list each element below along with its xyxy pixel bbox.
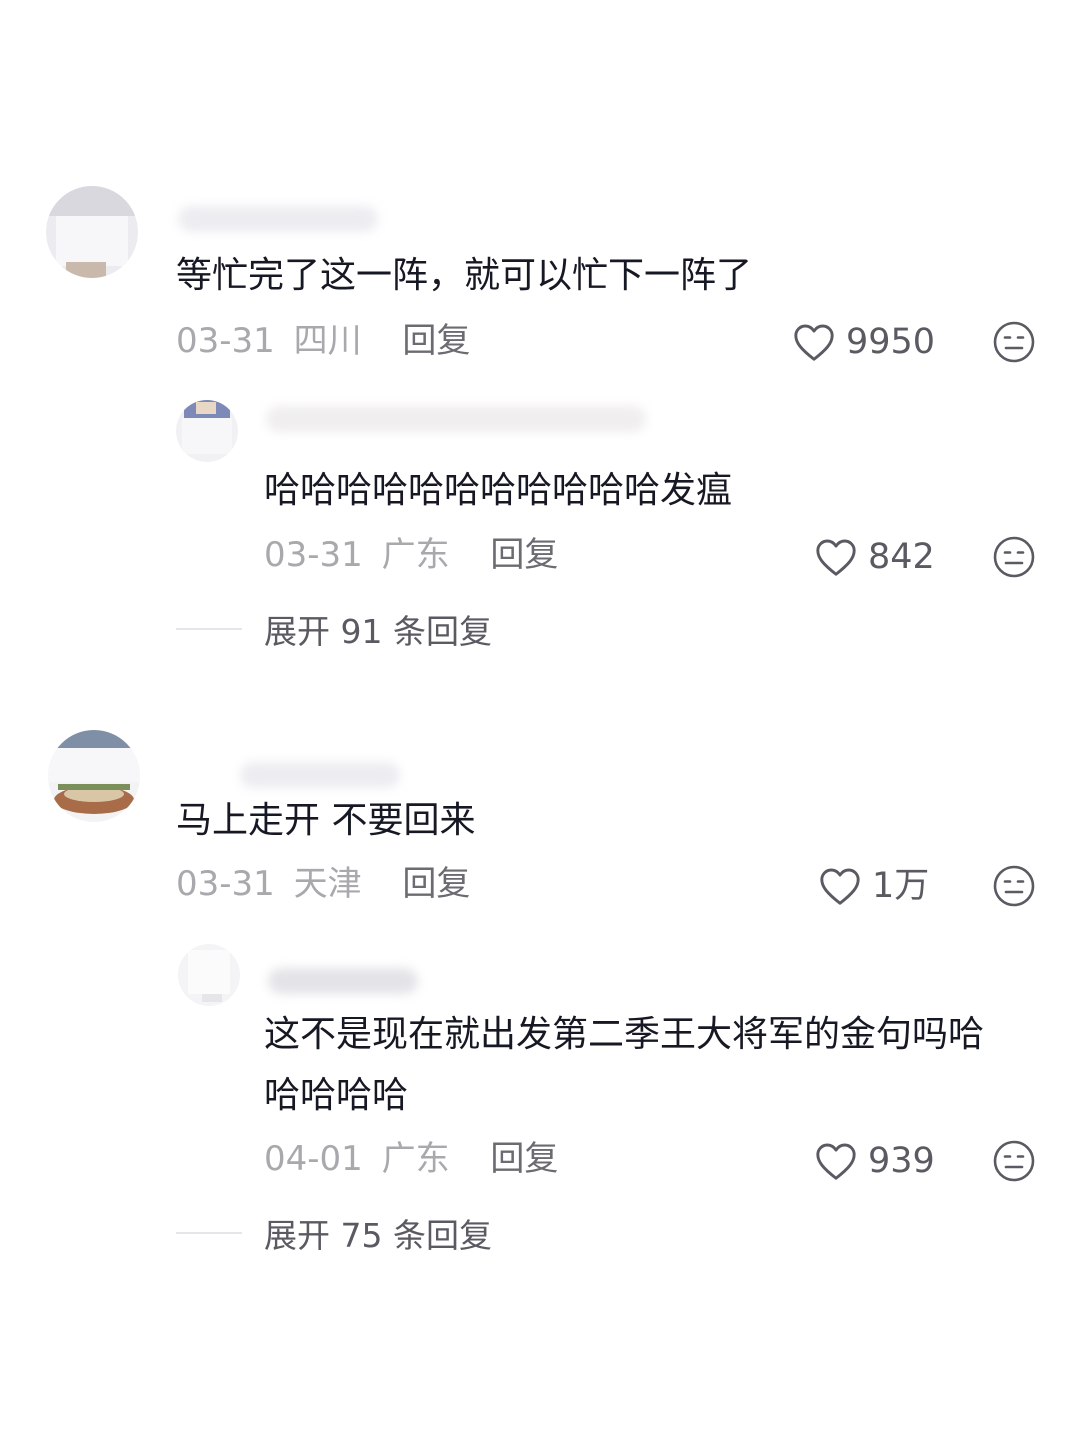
reply-meta: 03-31 广东 回复 xyxy=(264,535,558,575)
comment-meta: 03-31 四川 回复 xyxy=(176,321,470,361)
comment-text: 马上走开 不要回来 xyxy=(176,800,476,841)
reply-location: 广东 xyxy=(381,1139,450,1179)
expand-replies-button[interactable]: 展开 91 条回复 xyxy=(176,609,492,651)
like-count: 842 xyxy=(868,537,935,577)
username-blurred[interactable] xyxy=(178,206,378,232)
comment-location: 天津 xyxy=(293,864,362,904)
comment-date: 03-31 xyxy=(176,864,275,904)
reply-date: 04-01 xyxy=(264,1139,363,1179)
reply-text: 哈哈哈哈 xyxy=(264,1075,409,1116)
reply-date: 03-31 xyxy=(264,535,363,575)
expand-replies-label: 展开 91 条回复 xyxy=(264,612,492,651)
comment-date: 03-31 xyxy=(176,321,275,361)
meh-face-icon[interactable] xyxy=(992,535,1036,579)
reply-text: 哈哈哈哈哈哈哈哈哈哈哈发瘟 xyxy=(264,470,733,511)
meh-face-icon[interactable] xyxy=(992,320,1036,364)
username-blurred[interactable] xyxy=(266,406,646,432)
reply-meta: 04-01 广东 回复 xyxy=(264,1139,558,1179)
username-blurred[interactable] xyxy=(268,968,418,994)
avatar[interactable] xyxy=(178,944,240,1006)
like-count: 939 xyxy=(868,1141,935,1181)
reply-button[interactable]: 回复 xyxy=(490,1139,558,1179)
heart-outline-icon xyxy=(816,1143,856,1180)
like-count: 9950 xyxy=(846,322,936,362)
reply-text: 这不是现在就出发第二季王大将军的金句吗哈 xyxy=(264,1014,985,1055)
heart-outline-icon xyxy=(816,539,856,576)
comment-text: 等忙完了这一阵，就可以忙下一阵了 xyxy=(176,255,753,296)
comment-location: 四川 xyxy=(293,321,362,361)
like-button[interactable]: 939 xyxy=(814,1139,935,1183)
like-button[interactable]: 842 xyxy=(814,535,935,579)
username-blurred[interactable] xyxy=(240,762,400,788)
heart-outline-icon xyxy=(794,324,834,361)
like-button[interactable]: 1万 xyxy=(818,864,929,908)
avatar[interactable] xyxy=(176,400,238,462)
like-count: 1万 xyxy=(872,866,930,906)
meh-face-icon[interactable] xyxy=(992,864,1036,908)
expand-replies-label: 展开 75 条回复 xyxy=(264,1216,492,1255)
reply-button[interactable]: 回复 xyxy=(490,535,558,575)
avatar[interactable] xyxy=(46,186,138,278)
comment-meta: 03-31 天津 回复 xyxy=(176,864,470,904)
meh-face-icon[interactable] xyxy=(992,1139,1036,1183)
divider xyxy=(176,628,242,630)
reply-location: 广东 xyxy=(381,535,450,575)
like-button[interactable]: 9950 xyxy=(792,320,935,364)
heart-outline-icon xyxy=(820,868,860,905)
divider xyxy=(176,1232,242,1234)
reply-button[interactable]: 回复 xyxy=(402,864,470,904)
expand-replies-button[interactable]: 展开 75 条回复 xyxy=(176,1213,492,1255)
reply-button[interactable]: 回复 xyxy=(402,321,470,361)
avatar[interactable] xyxy=(48,730,140,822)
